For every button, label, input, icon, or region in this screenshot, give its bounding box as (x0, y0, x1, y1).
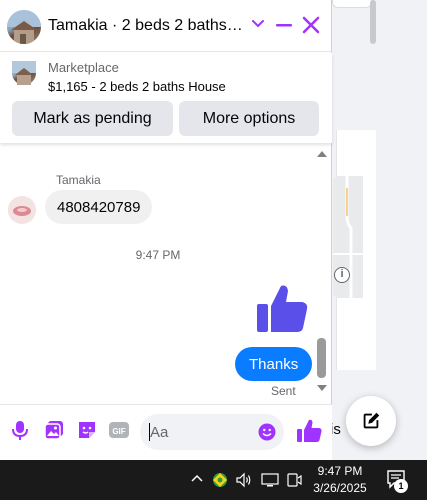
sticker-icon[interactable] (76, 419, 98, 441)
network-icon[interactable] (260, 470, 280, 490)
thumbs-up-icon[interactable] (296, 418, 322, 444)
avatar[interactable] (7, 10, 41, 44)
photo-icon[interactable] (43, 419, 65, 441)
volume-icon[interactable] (234, 470, 254, 490)
message-timestamp: 9:47 PM (135, 248, 181, 262)
minimize-icon[interactable] (273, 14, 295, 36)
taskbar: 9:47 PM 3/26/2025 1 (0, 460, 427, 500)
svg-text:GIF: GIF (112, 427, 125, 436)
background-card (332, 0, 372, 8)
message-composer: GIF (0, 404, 332, 460)
info-icon[interactable]: i (334, 267, 350, 283)
message-list: Tamakia 4808420789 9:47 PM Thanks Sent (0, 145, 332, 399)
chat-header[interactable]: Tamakia · 2 beds 2 baths H... (0, 0, 332, 52)
scrollbar-thumb[interactable] (317, 338, 326, 378)
clock-time: 9:47 PM (317, 464, 363, 478)
avatar[interactable] (8, 196, 36, 224)
message-input-container[interactable] (140, 414, 284, 450)
taskbar-clock[interactable]: 9:47 PM 3/26/2025 (308, 463, 372, 497)
listing-title[interactable]: $1,165 - 2 beds 2 baths House (48, 79, 226, 94)
scroll-up-arrow[interactable] (317, 151, 327, 157)
thumbs-up-icon[interactable] (255, 282, 309, 336)
chevron-down-icon[interactable] (251, 16, 265, 30)
sender-name: Tamakia (56, 173, 101, 187)
chat-window: Tamakia · 2 beds 2 baths H... Marketplac… (0, 0, 332, 460)
tray-chevron-icon[interactable] (190, 472, 204, 486)
microphone-icon[interactable] (9, 419, 31, 441)
marketplace-listing-banner: Marketplace $1,165 - 2 beds 2 baths Hous… (0, 53, 332, 143)
listing-thumbnail[interactable] (12, 61, 36, 85)
gif-icon[interactable]: GIF (108, 419, 130, 441)
clock-date: 3/26/2025 (313, 481, 367, 495)
incoming-message[interactable]: 4808420789 (45, 190, 153, 224)
notification-badge: 1 (394, 479, 408, 493)
mark-as-pending-button[interactable]: Mark as pending (12, 101, 173, 136)
close-icon[interactable] (300, 14, 322, 36)
emoji-icon[interactable] (258, 423, 276, 441)
more-options-button[interactable]: More options (179, 101, 319, 136)
outgoing-message[interactable]: Thanks (235, 347, 313, 381)
scroll-down-arrow[interactable] (317, 385, 327, 391)
security-status-icon[interactable] (210, 470, 230, 490)
new-message-button[interactable] (346, 396, 396, 446)
chat-title[interactable]: Tamakia · 2 beds 2 baths H... (48, 17, 244, 35)
message-status: Sent (271, 384, 296, 398)
compose-icon (363, 412, 380, 429)
device-icon[interactable] (284, 470, 304, 490)
message-scrollbar[interactable] (316, 151, 328, 395)
message-input[interactable] (148, 422, 258, 442)
listing-source-label: Marketplace (48, 60, 119, 75)
